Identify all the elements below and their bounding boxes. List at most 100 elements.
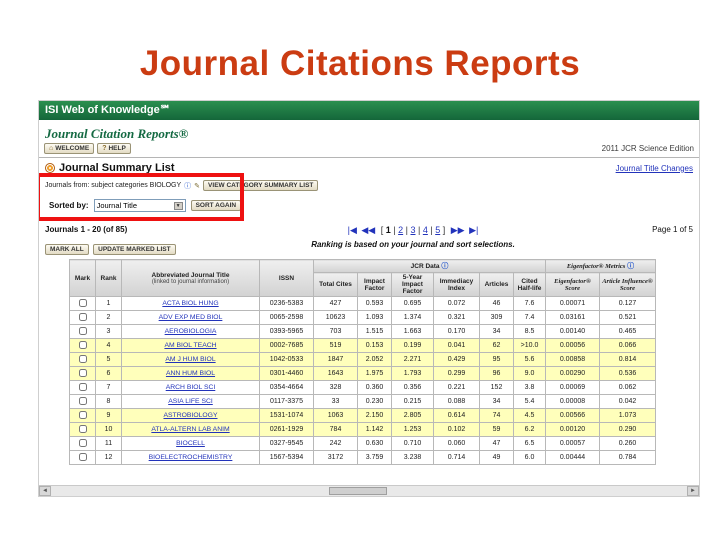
edit-icon[interactable]: ✎ [194,182,200,190]
rank-cell: 9 [95,408,122,423]
info-icon[interactable]: ⓘ [627,263,634,270]
journal-link[interactable]: ADV EXP MED BIOL [159,314,223,321]
info-icon[interactable]: ⓘ [184,181,191,191]
metric-cell: 1.515 [357,324,392,339]
table-row: 12 BIOELECTROCHEMISTRY 1567-5394 3172 3.759 3… [69,450,656,465]
metric-cell: 1063 [313,408,358,423]
table-row: 8 ASIA LIFE SCI 0117-3375 33 0.230 0.215 0.088… [69,394,656,409]
sort-dropdown[interactable]: Journal Title ▼ [93,199,186,212]
mark-cell [69,366,96,381]
update-marked-list-button[interactable]: UPDATE MARKED LIST [93,244,176,255]
mark-checkbox[interactable] [78,326,87,335]
last-page-button[interactable]: ▶| [469,225,478,235]
mark-checkbox[interactable] [78,382,87,391]
journal-title-cell: ANN HUM BIOL [121,366,260,381]
scroll-right-icon[interactable]: ► [687,486,699,496]
metric-cell: 2.052 [357,352,392,367]
journal-link[interactable]: ANN HUM BIOL [166,370,215,377]
mark-checkbox[interactable] [78,354,87,363]
group-jcr-data-label: JCR Data [410,263,440,270]
journal-title-cell: BIOCELL [121,436,260,451]
horizontal-scrollbar[interactable]: ◄ ► [39,485,699,496]
rank-cell: 4 [95,338,122,353]
metric-cell: 0.356 [391,380,434,395]
pagination: |◀ ◀◀ [ 1 | 2 | 3 | 4 | 5 ] ▶▶ ▶| [217,225,609,236]
mark-checkbox[interactable] [78,410,87,419]
metric-cell: 0.710 [391,436,434,451]
col-immediacy-index: Immediacy Index [433,272,480,297]
journal-link[interactable]: ASIA LIFE SCI [168,398,213,405]
journal-link[interactable]: AEROBIOLOGIA [165,328,217,335]
mark-checkbox[interactable] [78,396,87,405]
first-page-button[interactable]: |◀ [348,225,357,235]
journal-table-body: 1 ACTA BIOL HUNG 0236-5383 427 0.593 0.695 0.0… [69,296,656,465]
table-group-header-row: Mark Rank Abbreviated Journal Title (lin… [69,259,656,297]
metric-cell: 1.793 [391,366,434,381]
metric-cell: 5.4 [513,394,546,409]
page-number-2[interactable]: 2 [398,225,403,235]
slide-title: Journal Citations Reports [139,44,581,83]
metric-cell: 0.041 [433,338,480,353]
table-row: 3 AEROBIOLOGIA 0393-5965 703 1.515 1.663 0.170… [69,324,656,339]
prev-page-button[interactable]: ◀◀ [361,225,375,235]
scroll-left-icon[interactable]: ◄ [39,486,51,496]
page-number-4[interactable]: 4 [423,225,428,235]
edition-label: 2011 JCR Science Edition [601,143,694,153]
metric-cell: 1847 [313,352,358,367]
mark-checkbox[interactable] [78,340,87,349]
journal-link[interactable]: BIOELECTROCHEMISTRY [149,454,233,461]
page-number-1[interactable]: 1 [386,225,391,235]
sort-again-button[interactable]: SORT AGAIN [190,200,242,211]
metric-cell: 9.0 [513,366,546,381]
journal-link[interactable]: AM J HUM BIOL [165,356,215,363]
jcr-screenshot: ISI Web of Knowledge℠ Journal Citation R… [38,100,700,497]
info-icon[interactable]: ⓘ [441,263,448,270]
metric-cell: 49 [479,450,514,465]
scrollbar-thumb[interactable] [329,487,388,495]
mark-checkbox[interactable] [78,424,87,433]
mark-checkbox[interactable] [78,298,87,307]
metric-cell: 0.00140 [545,324,600,339]
journal-link[interactable]: BIOCELL [176,440,205,447]
summary-header-row: Journal Summary List Journal Title Chang… [39,158,699,176]
metric-cell: 0.199 [391,338,434,353]
help-button[interactable]: ? HELP [97,142,131,154]
col-journal-title: Abbreviated Journal Title (linked to jou… [121,259,260,297]
mark-cell [69,394,96,409]
mark-checkbox[interactable] [78,368,87,377]
view-category-summary-button[interactable]: VIEW CATEGORY SUMMARY LIST [203,180,319,191]
welcome-button[interactable]: ⌂ WELCOME [44,142,95,154]
page-number-5[interactable]: 5 [435,225,440,235]
metric-cell: 0.00071 [545,296,600,311]
metric-cell: 0.042 [599,394,656,409]
metric-cell: 0.221 [433,380,480,395]
table-row: 2 ADV EXP MED BIOL 0065-2598 10623 1.093 1.37… [69,310,656,325]
mark-cell [69,310,96,325]
metric-cell: 427 [313,296,358,311]
journal-title-changes-link[interactable]: Journal Title Changes [616,164,693,173]
metric-cell: 7.6 [513,296,546,311]
issn-cell: 0327-9545 [259,436,314,451]
journal-link[interactable]: ASTROBIOLOGY [163,412,217,419]
journal-link[interactable]: ACTA BIOL HUNG [162,300,218,307]
mark-all-button[interactable]: MARK ALL [45,244,89,255]
metric-cell: 0.170 [433,324,480,339]
metric-cell: 1643 [313,366,358,381]
journal-link[interactable]: ATLA-ALTERN LAB ANIM [151,426,229,433]
mark-all-label: MARK ALL [50,246,84,253]
journal-link[interactable]: AM BIOL TEACH [164,342,216,349]
issn-cell: 0354-4664 [259,380,314,395]
mark-checkbox[interactable] [78,312,87,321]
home-icon: ⌂ [49,144,54,152]
metric-cell: 0.714 [433,450,480,465]
mark-checkbox[interactable] [78,438,87,447]
metric-cell: 1.253 [391,422,434,437]
pagination-pages[interactable]: [ 1 | 2 | 3 | 4 | 5 ] [381,225,445,235]
metric-cell: 6.0 [513,450,546,465]
next-page-button[interactable]: ▶▶ [451,225,465,235]
mark-checkbox[interactable] [78,452,87,461]
rank-cell: 7 [95,380,122,395]
page-number-3[interactable]: 3 [410,225,415,235]
journal-link[interactable]: ARCH BIOL SCI [166,384,216,391]
mark-cell [69,324,96,339]
